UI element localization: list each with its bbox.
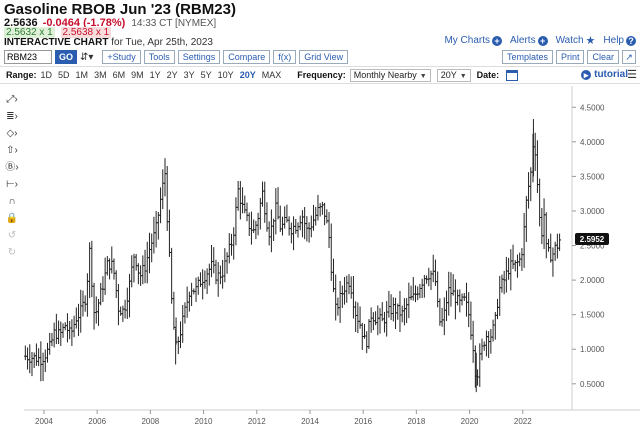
my-charts-link[interactable]: My Charts + <box>444 35 503 46</box>
arrow-marker-icon[interactable]: ⇧› <box>4 143 20 158</box>
range-options: 1D 5D 1M 3M 6M 9M 1Y 2Y 3Y 5Y 10Y 20Y MAX <box>41 70 288 80</box>
symbol-options-icon[interactable]: ⇵▾ <box>80 52 93 63</box>
tutorial-link[interactable]: ▸ tutorial <box>581 69 628 80</box>
chevron-down-icon: ▼ <box>419 72 427 80</box>
range-bar: Range: 1D 5D 1M 3M 6M 9M 1Y 2Y 3Y 5Y 10Y 20Y MAX Fre… <box>0 66 640 84</box>
plus-circle-icon: + <box>492 35 503 46</box>
top-links: My Charts + Alerts + Watch ★ Help? <box>444 34 636 47</box>
my-charts-label: My Charts <box>444 35 491 46</box>
period-value: 20Y <box>440 69 457 80</box>
range-option-6m[interactable]: 6M <box>113 70 126 80</box>
menu-icon[interactable]: ☰ <box>627 68 637 81</box>
x-tick-label: 2012 <box>248 417 266 426</box>
arrow-line-icon[interactable]: ⤢› <box>4 92 20 107</box>
right-toolbar: Templates Print Clear ↗ <box>501 50 636 64</box>
x-tick-label: 2022 <box>514 417 532 426</box>
y-tick-label: 1.0000 <box>580 345 605 354</box>
diamond-marker-icon[interactable]: ◇› <box>4 126 20 141</box>
x-tick-label: 2010 <box>195 417 213 426</box>
range-option-1d[interactable]: 1D <box>41 70 53 80</box>
ohlc-chart-svg[interactable]: 0.50001.00001.50002.00002.50003.00003.50… <box>24 86 640 445</box>
y-tick-label: 4.0000 <box>580 138 605 147</box>
study-button[interactable]: +Study <box>102 50 141 64</box>
go-button[interactable]: GO <box>55 50 78 64</box>
lock-icon[interactable]: 🔒 <box>4 211 20 226</box>
range-label: Range: <box>6 70 37 80</box>
price-marker-icon[interactable]: Ⓑ› <box>4 160 20 175</box>
x-tick-label: 2020 <box>461 417 479 426</box>
frequency-select[interactable]: Monthly Nearby ▼ <box>349 68 431 82</box>
templates-button[interactable]: Templates <box>501 50 553 64</box>
fib-lines-icon[interactable]: ≣› <box>4 109 20 124</box>
chart-label: INTERACTIVE CHART for Tue, Apr 25th, 202… <box>4 37 213 48</box>
range-option-3m[interactable]: 3M <box>94 70 107 80</box>
quote-timestamp: 14:33 CT [NYMEX] <box>131 18 217 29</box>
y-tick-label: 2.0000 <box>580 276 605 285</box>
help-link[interactable]: Help? <box>603 35 636 46</box>
period-select[interactable]: 20Y ▼ <box>436 68 471 82</box>
y-tick-label: 3.0000 <box>580 207 605 216</box>
clear-button[interactable]: Clear <box>587 50 619 64</box>
current-price-label: 2.5952 <box>580 235 605 244</box>
undo-icon[interactable]: ↺ <box>4 228 20 243</box>
range-option-max[interactable]: MAX <box>262 70 282 80</box>
alerts-link[interactable]: Alerts + <box>510 35 548 46</box>
help-label: Help <box>603 35 624 46</box>
page-title: Gasoline RBOB Jun '23 (RBM23) <box>4 1 236 18</box>
star-icon: ★ <box>585 35 596 47</box>
grid-view-button[interactable]: Grid View <box>299 50 349 64</box>
magnet-icon[interactable]: ∩ <box>4 194 20 209</box>
range-option-3y[interactable]: 3Y <box>184 70 195 80</box>
range-option-1m[interactable]: 1M <box>76 70 89 80</box>
chevron-down-icon: ▼ <box>459 72 467 80</box>
plus-circle-icon: + <box>537 35 548 46</box>
range-option-10y[interactable]: 10Y <box>218 70 234 80</box>
y-tick-label: 0.5000 <box>580 380 605 389</box>
frequency-value: Monthly Nearby <box>353 69 417 80</box>
x-tick-label: 2004 <box>35 417 53 426</box>
range-option-5y[interactable]: 5Y <box>201 70 212 80</box>
x-tick-label: 2016 <box>354 417 372 426</box>
watch-label: Watch <box>555 35 584 46</box>
price-chart[interactable]: 0.5000 1.0000 1.5000 2.0000 2.5000 3.0000 3.50… <box>24 86 640 445</box>
settings-button[interactable]: Settings <box>177 50 221 64</box>
function-button[interactable]: f(x) <box>273 50 297 64</box>
range-option-5d[interactable]: 5D <box>58 70 70 80</box>
chart-date: for Tue, Apr 25th, 2023 <box>111 37 213 48</box>
expand-icon[interactable]: ↗ <box>622 50 636 64</box>
x-tick-label: 2008 <box>141 417 159 426</box>
calendar-icon[interactable] <box>506 69 519 81</box>
range-option-9m[interactable]: 9M <box>131 70 144 80</box>
x-tick-label: 2018 <box>407 417 425 426</box>
symbol-input[interactable] <box>4 50 52 64</box>
frequency-label: Frequency: <box>297 70 346 80</box>
range-option-2y[interactable]: 2Y <box>167 70 178 80</box>
compare-button[interactable]: Compare <box>223 50 271 64</box>
drawing-tools: ⤢› ≣› ◇› ⇧› Ⓑ› ⊢› ∩ 🔒 ↺ ↻ <box>4 92 20 260</box>
quote-header: Gasoline RBOB Jun '23 (RBM23) 2.5636 -0.… <box>0 0 640 66</box>
print-button[interactable]: Print <box>555 50 585 64</box>
range-option-1y[interactable]: 1Y <box>150 70 161 80</box>
alerts-label: Alerts <box>510 35 536 46</box>
question-icon: ? <box>626 35 636 46</box>
y-tick-label: 3.5000 <box>580 172 605 181</box>
x-tick-label: 2006 <box>88 417 106 426</box>
redo-icon[interactable]: ↻ <box>4 245 20 260</box>
x-tick-label: 2014 <box>301 417 319 426</box>
date-label: Date: <box>476 70 500 80</box>
play-icon: ▸ <box>581 69 592 80</box>
tutorial-label: tutorial <box>594 69 628 80</box>
measure-icon[interactable]: ⊢› <box>4 177 20 192</box>
y-tick-label: 4.5000 <box>580 103 605 112</box>
chart-label-title: INTERACTIVE CHART <box>4 37 109 48</box>
range-option-20y[interactable]: 20Y <box>240 70 256 80</box>
watch-link[interactable]: Watch ★ <box>556 34 596 47</box>
chart-toolbar: GO ⇵▾ +Study Tools Settings Compare f(x)… <box>4 50 349 64</box>
y-tick-label: 1.5000 <box>580 311 605 320</box>
tools-button[interactable]: Tools <box>143 50 175 64</box>
